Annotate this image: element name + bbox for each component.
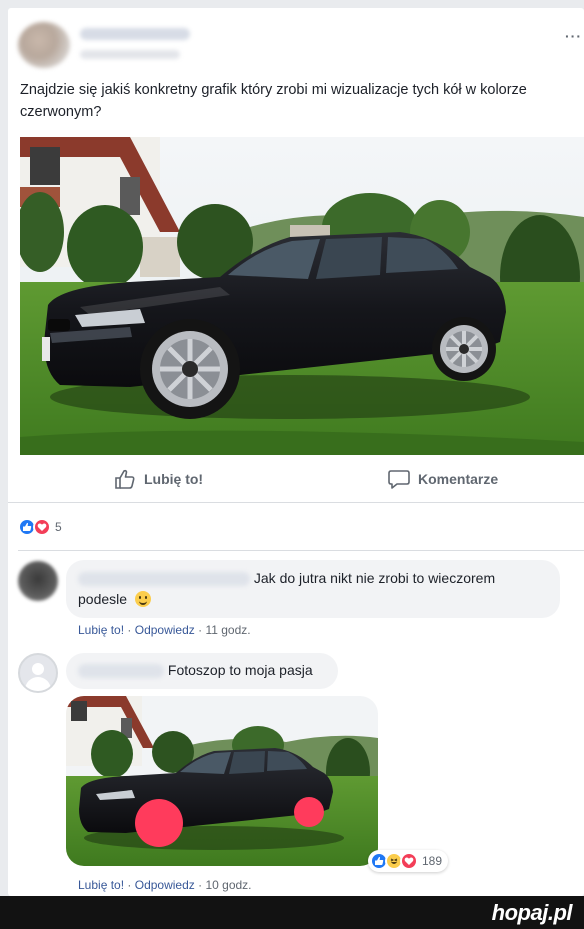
comment-bubble-icon bbox=[388, 470, 410, 489]
comment-time[interactable]: 11 godz. bbox=[205, 623, 250, 637]
more-icon[interactable]: ··· bbox=[565, 28, 582, 44]
meta-separator: · bbox=[127, 878, 132, 892]
comments-divider bbox=[18, 550, 584, 551]
post-action-bar: Lubię to! Komentarze bbox=[8, 455, 584, 503]
default-avatar-icon[interactable] bbox=[18, 653, 58, 693]
author-avatar[interactable] bbox=[18, 22, 70, 68]
comment-meta: Lubię to! · Odpowiedz · 11 godz. bbox=[78, 623, 251, 637]
thumbs-up-icon bbox=[115, 469, 135, 489]
comment-meta: Lubię to! · Odpowiedz · 10 godz. bbox=[78, 878, 252, 892]
comment-text: Fotoszop to moja pasja bbox=[167, 662, 313, 678]
commenter-name-redacted[interactable] bbox=[78, 572, 250, 587]
love-icon bbox=[400, 852, 418, 870]
comment-like-link[interactable]: Lubię to! bbox=[78, 623, 124, 637]
author-name-redacted[interactable] bbox=[80, 28, 190, 40]
commenter-name-redacted[interactable] bbox=[78, 664, 164, 679]
comment-reactions[interactable]: 189 bbox=[368, 850, 449, 872]
post-photo[interactable] bbox=[20, 137, 584, 455]
post-header bbox=[18, 22, 558, 70]
comment-reply-link[interactable]: Odpowiedz bbox=[135, 623, 195, 637]
like-button-label: Lubię to! bbox=[144, 471, 204, 487]
comment-time[interactable]: 10 godz. bbox=[205, 878, 251, 892]
edited-car-photo-illustration bbox=[66, 696, 378, 866]
brand-logo[interactable]: hopaj.pl bbox=[492, 900, 573, 926]
comment-bubble: Fotoszop to moja pasja bbox=[66, 653, 338, 689]
comment-bubble: Jak do jutra nikt nie zrobi to wieczorem… bbox=[66, 560, 560, 618]
meta-separator: · bbox=[127, 623, 132, 637]
facebook-post: ··· Znajdzie się jakiś konkretny grafik … bbox=[8, 8, 584, 896]
comment-reply-link[interactable]: Odpowiedz bbox=[135, 878, 195, 892]
meta-separator: · bbox=[198, 878, 203, 892]
post-text: Znajdzie się jakiś konkretny grafik któr… bbox=[20, 82, 527, 120]
comment-photo[interactable] bbox=[66, 696, 378, 866]
car-photo-illustration bbox=[20, 137, 584, 455]
post-meta-redacted bbox=[80, 50, 180, 59]
reaction-count: 189 bbox=[422, 854, 443, 868]
post-reactions[interactable]: 5 bbox=[18, 517, 62, 537]
like-button[interactable]: Lubię to! bbox=[114, 469, 203, 489]
meta-separator: · bbox=[198, 623, 203, 637]
comment-button-label: Komentarze bbox=[418, 471, 499, 487]
commenter-avatar[interactable] bbox=[18, 561, 58, 601]
comment-button[interactable]: Komentarze bbox=[388, 469, 498, 489]
love-icon bbox=[33, 518, 51, 536]
comment-like-link[interactable]: Lubię to! bbox=[78, 878, 124, 892]
smile-emoji bbox=[134, 591, 151, 607]
watermark-bar: hopaj.pl bbox=[0, 896, 584, 929]
reaction-count: 5 bbox=[55, 520, 62, 534]
